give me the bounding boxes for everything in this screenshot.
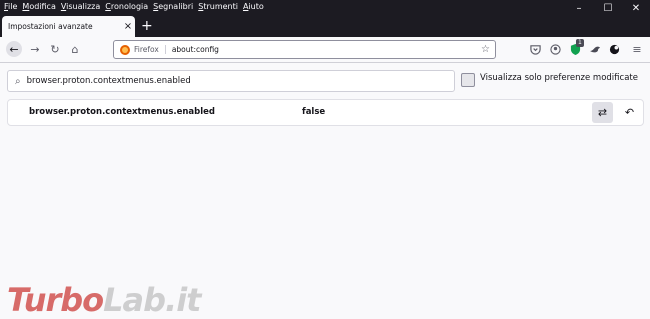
turbolab-watermark: TurboLab.it [7,281,201,319]
identity-label[interactable]: Firefox [134,45,166,54]
back-button[interactable]: ← [6,41,22,57]
minimize-button[interactable]: – [565,0,593,16]
menu-segnalibri[interactable]: Segnalibri [153,2,198,11]
search-input[interactable]: ⌕ browser.proton.contextmenus.enabled [7,70,455,92]
search-value[interactable]: browser.proton.contextmenus.enabled [27,76,191,86]
about-config-page: ⌕ browser.proton.contextmenus.enabled Vi… [0,63,650,319]
title-bar: File Modifica Visualizza Cronologia Segn… [0,0,650,37]
pocket-icon[interactable] [528,42,542,56]
menu-strumenti[interactable]: Strumenti [198,2,243,11]
menu-modifica[interactable]: Modifica [22,2,60,11]
menu-file[interactable]: File [4,2,22,11]
tab-close-icon[interactable]: × [121,21,135,32]
tab-impostazioni-avanzate[interactable]: Impostazioni avanzate × [2,16,135,37]
modified-only-label[interactable]: Visualizza solo preferenze modificate [480,73,638,83]
preference-value[interactable]: false [302,107,325,117]
forward-button[interactable]: → [27,41,43,57]
reload-button[interactable]: ↻ [47,41,63,57]
firefox-logo-icon [120,44,130,55]
watermark-part1: Turbo [7,281,104,319]
close-window-button[interactable]: ✕ [622,0,650,16]
toggle-button[interactable]: ⇄ [592,102,613,123]
bookmark-star-icon[interactable]: ☆ [481,44,490,55]
navigation-toolbar: ← → ↻ ⌂ Firefox about:config ☆ 1 ≡ [0,37,650,63]
extension-shield-icon[interactable]: 1 [568,39,584,56]
watermark-part2: Lab.it [103,281,201,319]
reset-button[interactable]: ↶ [619,102,640,123]
modified-only-checkbox[interactable] [461,73,475,87]
extension-bird-icon[interactable] [588,42,602,56]
url-bar[interactable]: Firefox about:config ☆ [113,40,496,59]
extension-dark-icon[interactable] [607,42,621,56]
hamburger-menu-icon[interactable]: ≡ [630,42,644,56]
search-icon: ⌕ [15,75,21,87]
url-text[interactable]: about:config [172,45,481,54]
menu-aiuto[interactable]: Aiuto [243,2,269,11]
maximize-button[interactable]: ☐ [594,0,622,16]
menu-visualizza[interactable]: Visualizza [61,2,105,11]
menu-bar: File Modifica Visualizza Cronologia Segn… [4,2,269,11]
preference-row: browser.proton.contextmenus.enabled fals… [7,99,644,126]
new-tab-button[interactable]: + [141,17,153,35]
extension-badge: 1 [576,39,584,47]
tab-title: Impostazioni avanzate [8,22,93,31]
menu-cronologia[interactable]: Cronologia [105,2,153,11]
home-button[interactable]: ⌂ [67,41,83,57]
preference-name: browser.proton.contextmenus.enabled [29,107,216,117]
account-icon[interactable] [548,42,562,56]
